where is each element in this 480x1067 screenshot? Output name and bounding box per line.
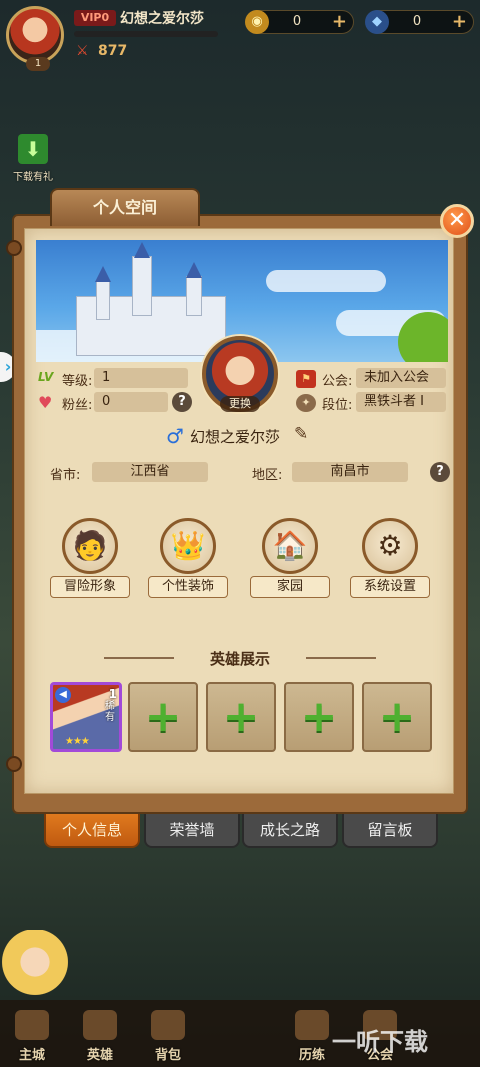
profile-name: 幻想之爱尔莎 xyxy=(190,428,281,446)
fans-label: 粉丝: xyxy=(62,398,93,413)
hero-class-icon: ◀ xyxy=(55,687,71,703)
fans-value: 0 xyxy=(94,392,168,412)
nav-heroes-label: 英雄 xyxy=(86,1048,113,1063)
hero-icon xyxy=(83,1010,117,1040)
crown-icon: 👑 xyxy=(160,518,216,574)
hero-showcase-title: 英雄展示 xyxy=(209,650,270,668)
bag-icon xyxy=(151,1010,185,1040)
province-select[interactable]: 江西省 xyxy=(92,462,208,482)
divider-right xyxy=(306,657,376,659)
diamond-icon: ◆ xyxy=(365,10,389,34)
adventure-image-button[interactable]: 🧑 冒险形象 xyxy=(50,518,130,602)
level-value: 1 xyxy=(94,368,188,388)
adventure-image-label: 冒险形象 xyxy=(50,576,130,598)
castle-tower xyxy=(96,280,110,320)
plus-icon: + xyxy=(144,691,182,742)
download-icon: ⬇ xyxy=(18,134,48,164)
panel-title-tab: 个人空间 xyxy=(50,188,200,226)
settings-button[interactable]: ⚙ 系统设置 xyxy=(350,518,430,602)
city-icon xyxy=(15,1010,49,1040)
settings-label: 系统设置 xyxy=(350,576,430,598)
scroll-knob-bottom xyxy=(6,756,22,772)
castle-roof xyxy=(95,266,111,282)
change-avatar-button[interactable]: 更换 xyxy=(220,396,260,412)
exp-bar xyxy=(74,31,218,37)
province-label: 省市: xyxy=(50,468,81,483)
add-hero-slot[interactable]: + xyxy=(284,682,354,752)
region-label: 地区: xyxy=(252,468,283,483)
plus-icon: + xyxy=(378,691,416,742)
vip-badge[interactable]: VIP0 xyxy=(74,10,116,26)
add-hero-slot[interactable]: + xyxy=(362,682,432,752)
download-gift-button[interactable]: ⬇ 下载有礼 xyxy=(8,134,58,184)
guild-icon: ⚑ xyxy=(296,370,316,388)
avatar-level-badge: 1 xyxy=(26,57,50,71)
guild-value: 未加入公会 xyxy=(356,368,446,388)
mascot-character xyxy=(0,930,70,1010)
nav-main-city-label: 主城 xyxy=(18,1048,45,1063)
nav-bag[interactable]: 背包 xyxy=(138,1010,198,1063)
decoration-button[interactable]: 👑 个性装饰 xyxy=(148,518,228,602)
castle-roof xyxy=(186,262,202,278)
gold-counter: ◉ 0 + xyxy=(245,10,354,34)
plus-icon: + xyxy=(222,691,260,742)
castle-roof xyxy=(134,242,150,258)
swords-icon: ⚔ xyxy=(76,43,89,59)
combat-power: 877 xyxy=(98,43,128,59)
guild-label: 公会: xyxy=(322,374,353,389)
close-button[interactable]: ✕ xyxy=(440,204,474,238)
rank-label: 段位: xyxy=(322,398,353,413)
hero-rarity: 稀有 xyxy=(105,701,115,723)
fans-help-icon[interactable]: ? xyxy=(172,392,192,412)
diamond-counter: ◆ 0 + xyxy=(365,10,474,34)
region-select[interactable]: 南昌市 xyxy=(292,462,408,482)
add-diamond-button[interactable]: + xyxy=(452,12,467,32)
hero-level: 1 xyxy=(108,687,117,701)
top-hud: 1 VIP0 幻想之爱尔莎 ⚔ 877 ◉ 0 + ◆ 0 + xyxy=(0,0,480,71)
watermark: 一听下载 xyxy=(332,1028,428,1056)
level-label: 等级: xyxy=(62,374,93,389)
training-icon xyxy=(295,1010,329,1040)
edit-name-icon[interactable]: ✎ xyxy=(294,424,314,444)
plus-icon: + xyxy=(300,691,338,742)
nav-heroes[interactable]: 英雄 xyxy=(70,1010,130,1063)
nav-bag-label: 背包 xyxy=(154,1048,181,1063)
coin-icon: ◉ xyxy=(245,10,269,34)
nav-main-city[interactable]: 主城 xyxy=(2,1010,62,1063)
add-hero-slot[interactable]: + xyxy=(128,682,198,752)
gold-value: 0 xyxy=(292,14,302,29)
rank-icon: ✦ xyxy=(296,394,316,412)
player-name: 幻想之爱尔莎 xyxy=(120,11,204,27)
castle-tower xyxy=(132,256,152,316)
cloud xyxy=(266,270,386,292)
add-hero-slot[interactable]: + xyxy=(206,682,276,752)
hero-stars: ★★★ xyxy=(65,736,90,747)
player-avatar[interactable] xyxy=(6,6,64,64)
home-label: 家园 xyxy=(250,576,330,598)
diamond-value: 0 xyxy=(412,14,422,29)
download-gift-label: 下载有礼 xyxy=(13,172,53,183)
tab-personal-info[interactable]: 个人信息 xyxy=(44,814,140,848)
rank-value: 黑铁斗者 I xyxy=(356,392,446,412)
heart-icon: ♥ xyxy=(38,393,53,412)
gears-icon: ⚙ xyxy=(362,518,418,574)
tab-message-board[interactable]: 留言板 xyxy=(342,814,438,848)
home-button[interactable]: 🏠 家园 xyxy=(250,518,330,602)
hero-showcase-card[interactable]: ◀ 1 稀有 ★★★ xyxy=(50,682,122,752)
add-gold-button[interactable]: + xyxy=(332,12,347,32)
tab-growth-path[interactable]: 成长之路 xyxy=(242,814,338,848)
house-icon: 🏠 xyxy=(262,518,318,574)
hero-portrait-icon: 🧑 xyxy=(62,518,118,574)
scroll-knob-top xyxy=(6,240,22,256)
location-help-icon[interactable]: ? xyxy=(430,462,450,482)
level-icon: LV xyxy=(38,370,54,384)
castle-tower xyxy=(186,276,202,316)
male-icon: ♂ xyxy=(166,424,184,448)
tab-honor-wall[interactable]: 荣誉墙 xyxy=(144,814,240,848)
decoration-label: 个性装饰 xyxy=(148,576,228,598)
